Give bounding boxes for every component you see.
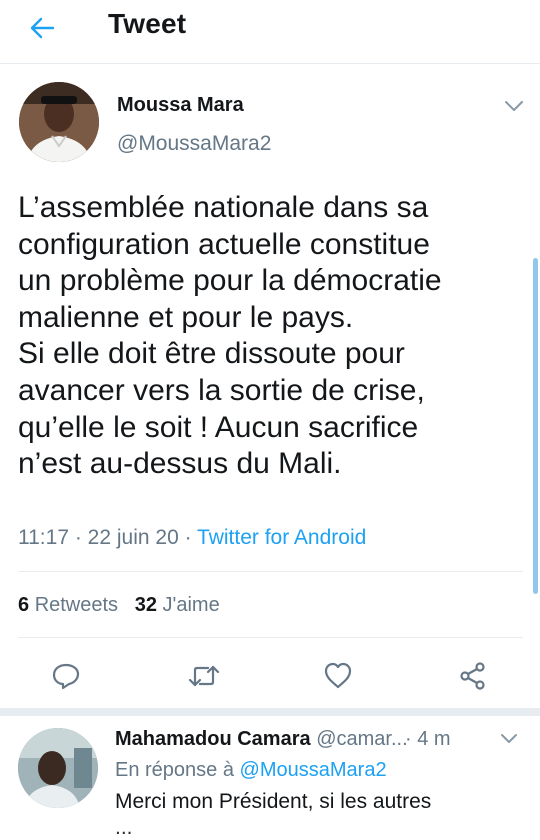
retweet-button[interactable] (186, 658, 222, 694)
author-handle[interactable]: @MoussaMara2 (117, 132, 271, 156)
retweets-stat[interactable]: 6 Retweets (18, 594, 118, 616)
scrollbar[interactable] (533, 258, 538, 594)
section-separator (0, 708, 540, 716)
share-button[interactable] (455, 658, 491, 694)
meta-separator-2: · (178, 526, 198, 549)
more-options-button[interactable] (502, 96, 526, 116)
arrow-left-icon (30, 17, 55, 39)
reply-header: Mahamadou Camara @camar... (115, 728, 525, 751)
tweet-time: 11:17 (18, 526, 69, 549)
author-name[interactable]: Moussa Mara (117, 94, 244, 117)
reply-context: En réponse à @MoussaMara2 (115, 759, 387, 782)
chevron-down-icon (505, 101, 523, 111)
tweet-date: 22 juin 20 (87, 526, 179, 549)
page-title: Tweet (108, 8, 187, 39)
chevron-down-icon (501, 734, 517, 743)
retweets-count: 6 (18, 594, 30, 616)
tweet-source-link[interactable]: Twitter for Android (197, 526, 366, 549)
app-header: Tweet (0, 0, 540, 64)
reply-avatar-image (18, 728, 98, 808)
reply-more-options-button[interactable] (498, 730, 520, 748)
back-button[interactable] (22, 8, 62, 48)
reply-icon (52, 663, 80, 690)
divider (18, 637, 523, 638)
like-button[interactable] (320, 658, 356, 694)
avatar-image (19, 82, 99, 162)
reply-author-name[interactable]: Mahamadou Camara (115, 728, 311, 750)
likes-label: J'aime (162, 594, 220, 616)
tweet-meta: 11:17 · 22 juin 20 · Twitter for Android (18, 526, 366, 550)
tweet-stats: 6 Retweets 32 J'aime (18, 594, 220, 617)
reply-text-continued: ... (115, 816, 133, 839)
share-icon (460, 662, 485, 690)
tweet-actions (0, 652, 540, 700)
retweets-label: Retweets (34, 594, 119, 616)
likes-count: 32 (134, 594, 157, 616)
heart-icon (324, 662, 352, 689)
likes-stat[interactable]: 32 J'aime (135, 594, 220, 616)
divider (18, 571, 523, 572)
reply-time: · 4 m (405, 728, 451, 750)
reply-author-handle[interactable]: @camar... (316, 728, 407, 750)
reply-avatar[interactable] (18, 728, 98, 808)
reply-text: Merci mon Président, si les autres (115, 790, 432, 813)
reply-to-label: En réponse à (115, 759, 234, 781)
avatar[interactable] (19, 82, 99, 162)
retweet-icon (188, 665, 220, 687)
reply-to-mention[interactable]: @MoussaMara2 (240, 759, 387, 781)
meta-separator: · (69, 526, 88, 549)
tweet-text: L’assemblée nationale dans sa configurat… (18, 191, 442, 481)
reply-button[interactable] (48, 658, 84, 694)
